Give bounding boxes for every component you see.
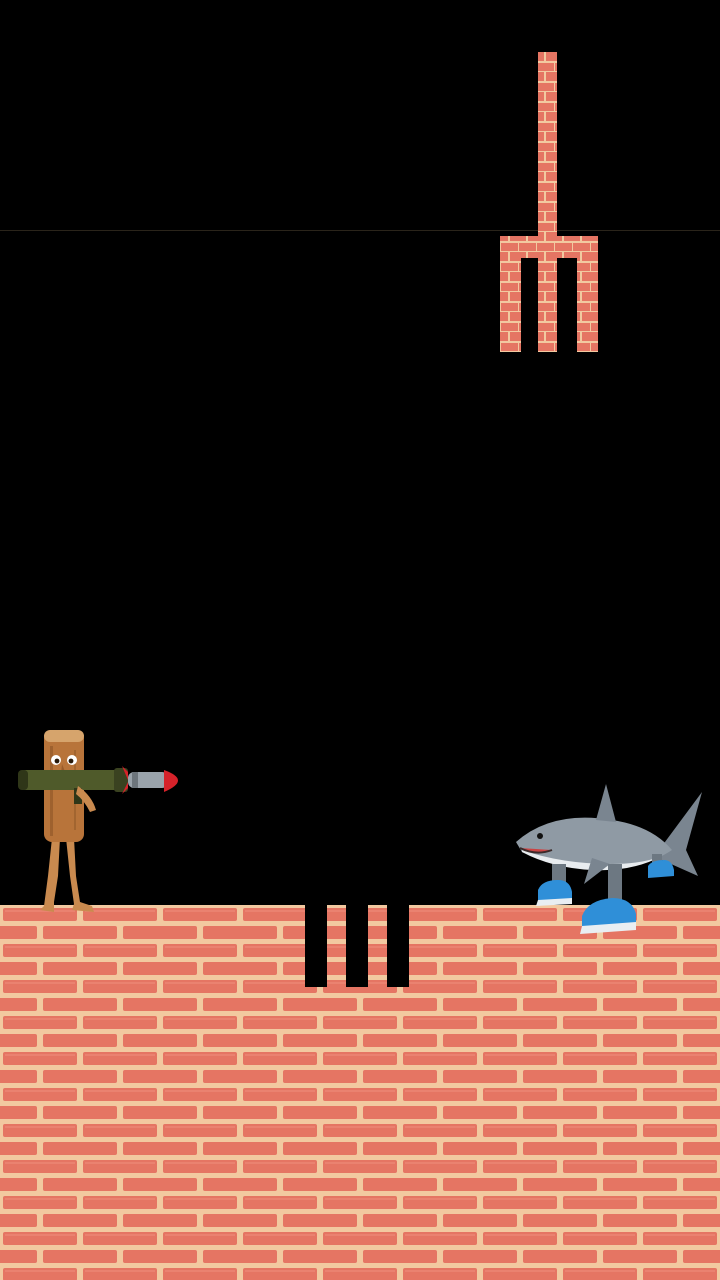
pit-slot xyxy=(387,905,409,987)
shark-wearing-sneakers-icon[interactable] xyxy=(512,780,708,940)
pit-slot xyxy=(346,905,368,987)
wooden-log-with-rocket-launcher-icon[interactable] xyxy=(14,726,194,914)
brick-trident-icon xyxy=(500,52,598,352)
pit-slot xyxy=(305,905,327,987)
game-scene[interactable] xyxy=(0,0,720,1280)
horizon-line xyxy=(0,230,720,231)
